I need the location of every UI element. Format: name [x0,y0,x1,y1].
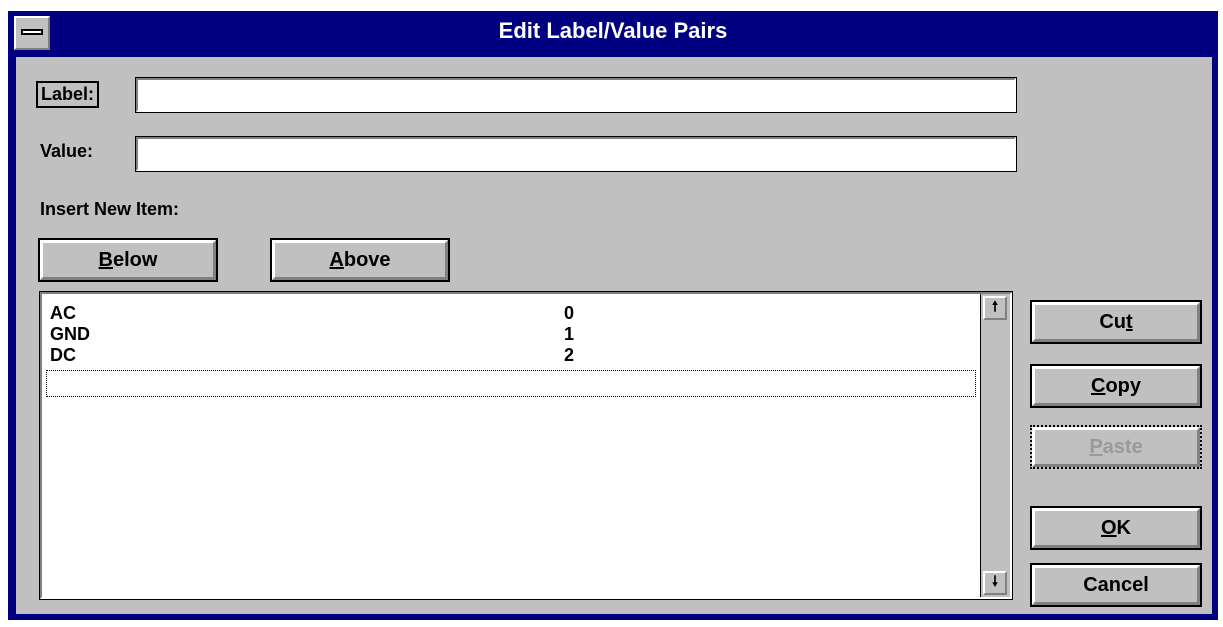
list-item-new-focused[interactable] [46,370,976,397]
value-input[interactable] [135,136,1017,172]
scroll-up-button[interactable]: 🠕 [983,296,1007,320]
list-item-value: 1 [564,324,575,344]
dialog-client-area: Label: Value: Insert New Item: Below Abo… [16,57,1212,614]
vertical-scrollbar[interactable]: 🠕 🠗 [980,294,1010,597]
scroll-down-button[interactable]: 🠗 [983,571,1007,595]
button-text: aste [1102,435,1143,458]
button-text: K [1116,516,1131,539]
paste-button[interactable]: Paste [1030,425,1202,469]
list-item-value: 2 [564,345,575,365]
button-text: elow [113,248,158,271]
cut-button[interactable]: Cu t [1030,300,1202,344]
button-text: Cancel [1083,573,1149,596]
label-value-list[interactable]: AC 0 GND 1 DC 2 🠕 🠗 [39,291,1013,600]
insert-new-item-caption: Insert New Item: [40,199,180,219]
accelerator-key: B [98,248,113,271]
window-title: Edit Label/Value Pairs [498,18,728,43]
ok-button[interactable]: OK [1030,506,1202,550]
arrow-up-icon: 🠕 [991,298,998,314]
list-item-label: AC [50,303,76,323]
list-item-label: GND [50,324,90,344]
list-item-label: DC [50,345,76,365]
accelerator-key: C [1090,374,1106,397]
accelerator-key: O [1100,516,1117,539]
arrow-down-icon: 🠗 [991,573,998,589]
list-item-value: 0 [564,303,575,323]
insert-below-button[interactable]: Below [38,238,218,282]
label-input[interactable] [135,77,1017,113]
list-item[interactable]: AC 0 [50,303,976,325]
accelerator-key: P [1089,435,1103,458]
accelerator-key: A [329,248,344,271]
cancel-button[interactable]: Cancel [1030,563,1202,607]
value-caption: Value: [40,141,94,161]
dialog-window: Edit Label/Value Pairs Label: Value: Ins… [8,11,1218,620]
insert-above-button[interactable]: Above [270,238,450,282]
button-text: opy [1105,374,1141,397]
button-text: Cu [1099,310,1126,333]
button-text: bove [343,248,391,271]
accelerator-key: t [1126,310,1133,333]
title-bar: Edit Label/Value Pairs [8,11,1218,55]
list-item[interactable]: DC 2 [50,345,976,367]
label-caption: Label: [36,81,100,108]
copy-button[interactable]: Copy [1030,364,1202,408]
list-item[interactable]: GND 1 [50,324,976,346]
